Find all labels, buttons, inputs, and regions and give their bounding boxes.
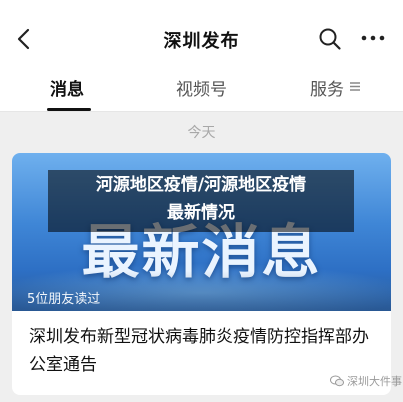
- app-screen: 深圳发布 消息 视频号 服务 今天 最新消息 河源地区疫情/河源地区疫情 最新情…: [0, 0, 403, 402]
- tab-bar: 消息 视频号 服务: [0, 60, 403, 112]
- article-title[interactable]: 深圳发布新型冠状病毒肺炎疫情防控指挥部办公室通告: [29, 323, 381, 379]
- active-tab-indicator: [47, 108, 91, 111]
- date-divider: 今天: [187, 125, 216, 141]
- menu-lines-icon[interactable]: [349, 80, 361, 92]
- friends-read-count: 5位朋友读过: [27, 292, 101, 307]
- tab-channels[interactable]: 视频号: [176, 75, 227, 100]
- tab-services[interactable]: 服务: [310, 75, 344, 100]
- watermark-text: 深圳大件事: [347, 375, 402, 388]
- cover-caption: 河源地区疫情/河源地区疫情 最新情况: [48, 171, 354, 227]
- cover-caption-line-1: 河源地区疫情/河源地区疫情: [95, 175, 307, 195]
- article-card[interactable]: 最新消息 河源地区疫情/河源地区疫情 最新情况 5位朋友读过 深圳发布新型冠状病…: [12, 153, 391, 395]
- cover-caption-line-2: 最新情况: [167, 203, 235, 223]
- article-cover-image: 最新消息 河源地区疫情/河源地区疫情 最新情况 5位朋友读过: [12, 153, 391, 311]
- tab-messages[interactable]: 消息: [50, 75, 84, 100]
- page-title: 深圳发布: [163, 31, 240, 52]
- watermark: 深圳大件事: [330, 373, 402, 389]
- wechat-icon: [330, 375, 344, 387]
- search-icon[interactable]: [318, 27, 342, 51]
- more-options-icon[interactable]: [360, 30, 386, 46]
